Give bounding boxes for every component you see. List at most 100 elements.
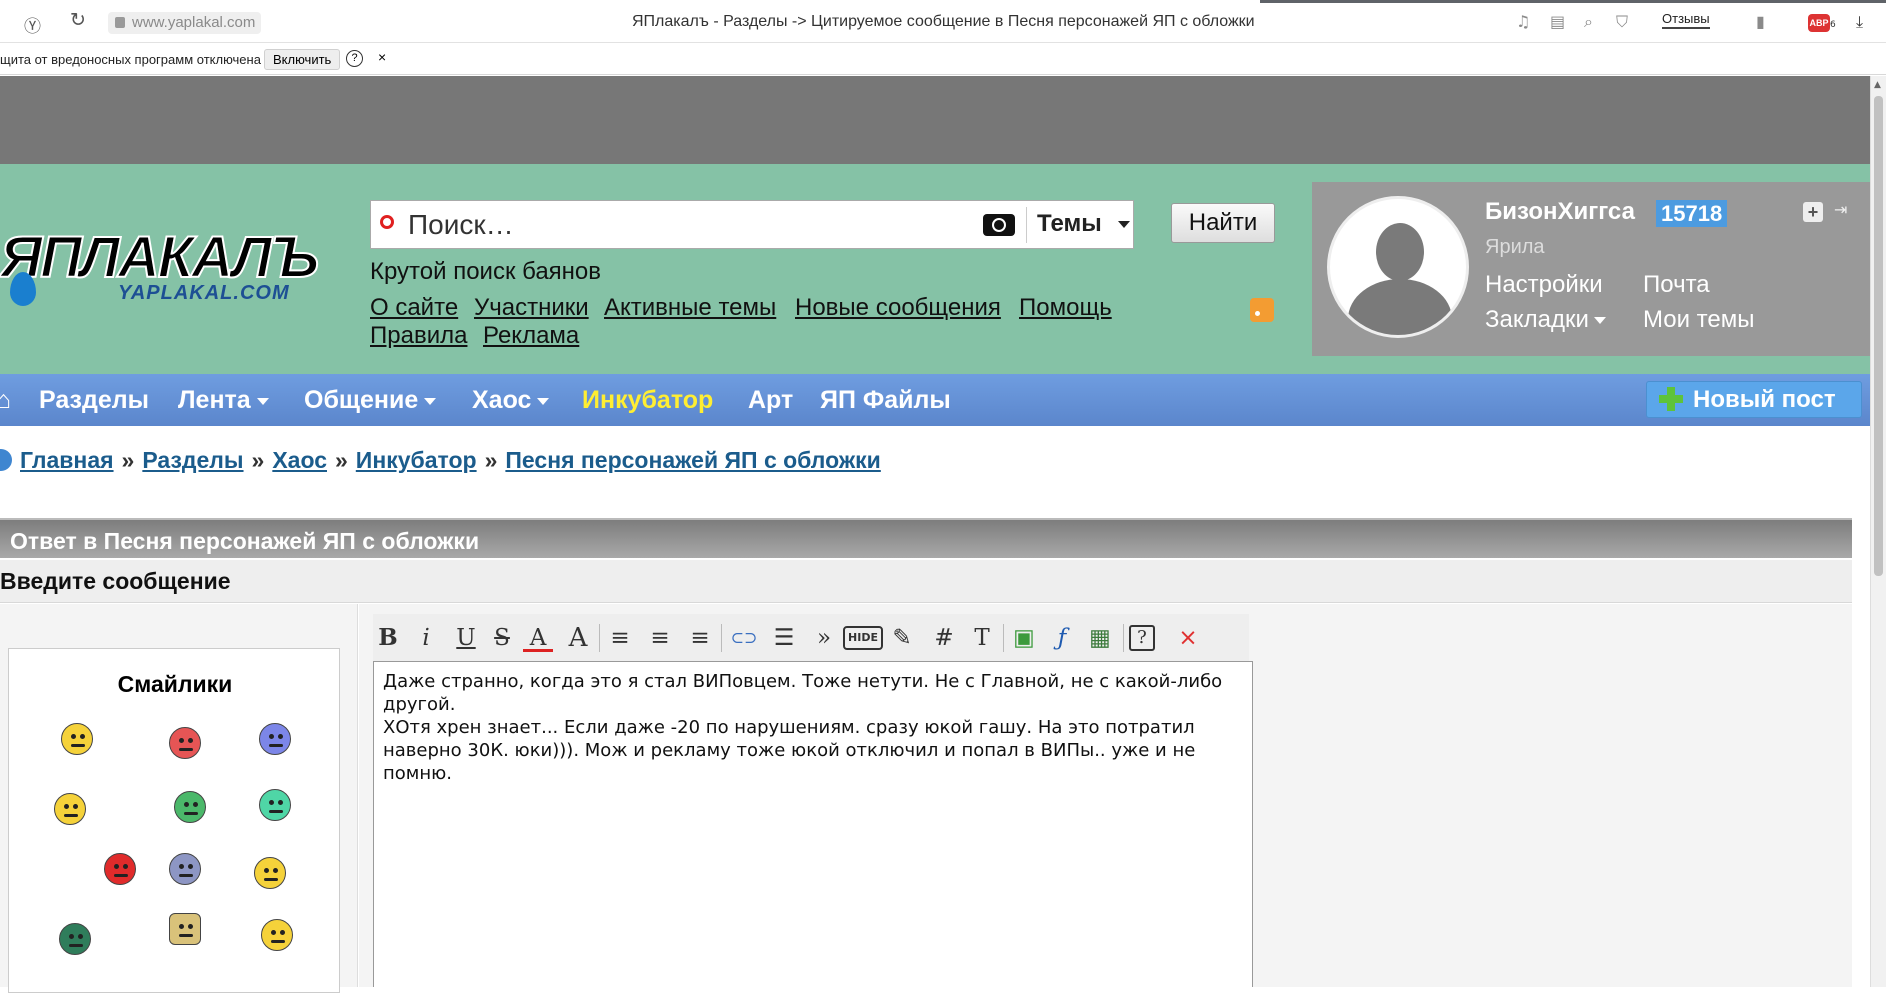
help-icon[interactable]: ? [346, 50, 363, 67]
search-divider [1026, 207, 1027, 243]
download-icon[interactable]: ⤓ [1856, 12, 1863, 32]
headphones-icon[interactable]: ♫ [1516, 12, 1530, 31]
main-menu: ⌂ Разделы Лента Общение Хаос Инкубатор А… [0, 374, 1870, 426]
nav-link-members[interactable]: Участники [474, 294, 589, 322]
flash-button[interactable]: ƒ [1047, 624, 1077, 652]
chevron-down-icon[interactable] [1118, 221, 1130, 228]
notice-text: щита от вредоносных программ отключена [0, 52, 261, 67]
yandex-icon[interactable]: Ⓨ [24, 12, 41, 37]
bold-button[interactable]: B [373, 624, 403, 652]
add-icon[interactable]: + [1803, 202, 1823, 222]
breadcrumb-home[interactable]: Главная [20, 447, 114, 473]
page-scrollbar[interactable]: ▲ [1870, 76, 1886, 987]
strike-button[interactable]: S [487, 624, 517, 652]
list-button[interactable]: ☰ [769, 624, 799, 652]
close-editor-button[interactable]: × [1173, 624, 1203, 652]
menu-item-chaos[interactable]: Хаос [472, 386, 550, 415]
adblock-icon[interactable]: ABP [1808, 14, 1830, 32]
smiley-crawl-icon[interactable] [169, 853, 201, 885]
breadcrumb: Главная » Разделы » Хаос » Инкубатор » Песня пер… [0, 447, 881, 474]
zoom-icon[interactable]: ⌕ [1584, 12, 1593, 32]
hash-button[interactable]: # [929, 624, 959, 652]
menu-item-files[interactable]: ЯП Файлы [820, 386, 951, 415]
search-input[interactable] [406, 207, 946, 243]
breadcrumb-incubator[interactable]: Инкубатор [356, 447, 477, 473]
menu-item-communication[interactable]: Общение [304, 386, 437, 415]
scroll-up-icon[interactable]: ▲ [1874, 80, 1881, 90]
smiley-laugh-icon[interactable] [254, 857, 286, 889]
hide-button[interactable]: HIDE [843, 626, 883, 650]
editor-toolbar: B i U S A A ≡ ≡ ≡ ⊂⊃ ☰ » HIDE ✎ # T ▣ ƒ … [373, 614, 1249, 662]
menu-item-feed[interactable]: Лента [178, 386, 269, 415]
align-left-button[interactable]: ≡ [605, 624, 635, 652]
smiley-shoot-icon[interactable] [104, 853, 136, 885]
bookmarks-menu[interactable]: Закладки [1485, 306, 1606, 334]
align-center-button[interactable]: ≡ [645, 624, 675, 652]
underline-button[interactable]: U [451, 624, 481, 652]
smilies-column: Смайлики [0, 604, 358, 993]
site-logo[interactable]: ЯПЛАКАЛЪ YAPLAKAL.COM [0, 227, 320, 306]
font-size-button[interactable]: A [563, 624, 593, 652]
camera-icon[interactable] [983, 214, 1015, 236]
nav-link-help[interactable]: Помощь [1019, 294, 1112, 322]
breadcrumb-chaos[interactable]: Хаос [272, 447, 327, 473]
smiley-cool-icon[interactable] [61, 723, 93, 755]
message-editor[interactable]: Даже странно, когда это я стал ВИПовцем.… [373, 661, 1253, 987]
mail-link[interactable]: Почта [1643, 271, 1710, 299]
protect-icon[interactable]: ⛉ [1616, 12, 1628, 32]
video-button[interactable]: ▦ [1085, 624, 1115, 652]
help-button[interactable]: ? [1129, 625, 1155, 651]
adblock-count: 6 [1830, 20, 1836, 30]
nav-link-rules[interactable]: Правила [370, 322, 467, 350]
smiley-green-icon[interactable] [259, 789, 291, 821]
bookmark-icon[interactable]: ▮ [1756, 12, 1765, 31]
smilies-title: Смайлики [117, 671, 233, 697]
breadcrumb-sections[interactable]: Разделы [142, 447, 243, 473]
breadcrumb-separator: » [335, 447, 348, 473]
italic-button[interactable]: i [411, 624, 441, 652]
smiley-hands-icon[interactable] [169, 913, 201, 945]
settings-link[interactable]: Настройки [1485, 271, 1603, 299]
reader-icon[interactable]: ▤ [1550, 12, 1565, 31]
link-button[interactable]: ⊂⊃ [729, 624, 759, 652]
reply-title: Ответ в Песня персонажей ЯП с обложки [10, 528, 480, 554]
logo-subtext: YAPLAKAL.COM [118, 282, 290, 304]
smiley-think-icon[interactable] [54, 793, 86, 825]
smiley-gun-icon[interactable] [174, 791, 206, 823]
menu-item-incubator[interactable]: Инкубатор [582, 386, 713, 415]
menu-item-sections[interactable]: Разделы [39, 386, 149, 415]
logout-icon[interactable]: ⇥ [1834, 200, 1847, 219]
image-button[interactable]: ▣ [1009, 624, 1039, 652]
nav-link-active-topics[interactable]: Активные темы [604, 294, 776, 322]
menu-item-art[interactable]: Арт [748, 386, 793, 415]
smiley-love-icon[interactable] [169, 727, 201, 759]
breadcrumb-topic[interactable]: Песня персонажей ЯП с обложки [505, 447, 880, 473]
text-button[interactable]: T [967, 624, 997, 652]
enable-protection-button[interactable]: Включить [264, 49, 341, 70]
reviews-button[interactable]: Отзывы [1662, 11, 1710, 29]
reload-icon[interactable]: ↻ [70, 9, 86, 31]
username[interactable]: БизонХиггса [1485, 198, 1635, 226]
edit-button[interactable]: ✎ [887, 624, 917, 652]
text-color-button[interactable]: A [523, 624, 553, 652]
scrollbar-thumb[interactable] [1874, 96, 1883, 576]
my-topics-link[interactable]: Мои темы [1643, 306, 1755, 334]
nav-link-ads[interactable]: Реклама [483, 322, 579, 350]
address-bar[interactable]: www.yaplakal.com [108, 12, 262, 34]
avatar[interactable] [1327, 196, 1469, 338]
find-button[interactable]: Найти [1171, 203, 1275, 243]
align-right-button[interactable]: ≡ [685, 624, 715, 652]
smiley-girl-icon[interactable] [261, 919, 293, 951]
breadcrumb-separator: » [121, 447, 135, 473]
nav-link-new-messages[interactable]: Новые сообщения [795, 294, 1001, 322]
quote-button[interactable]: » [809, 624, 839, 652]
smiley-sad-icon[interactable] [259, 723, 291, 755]
home-icon[interactable]: ⌂ [0, 386, 11, 415]
logo-drop-icon [10, 272, 36, 306]
close-notice-icon[interactable]: × [378, 49, 386, 65]
smiley-hide-icon[interactable] [59, 923, 91, 955]
nav-link-about[interactable]: О сайте [370, 294, 458, 322]
new-post-button[interactable]: Новый пост [1646, 381, 1862, 418]
search-scope-select[interactable]: Темы [1037, 210, 1102, 238]
rss-icon[interactable] [1250, 298, 1274, 322]
